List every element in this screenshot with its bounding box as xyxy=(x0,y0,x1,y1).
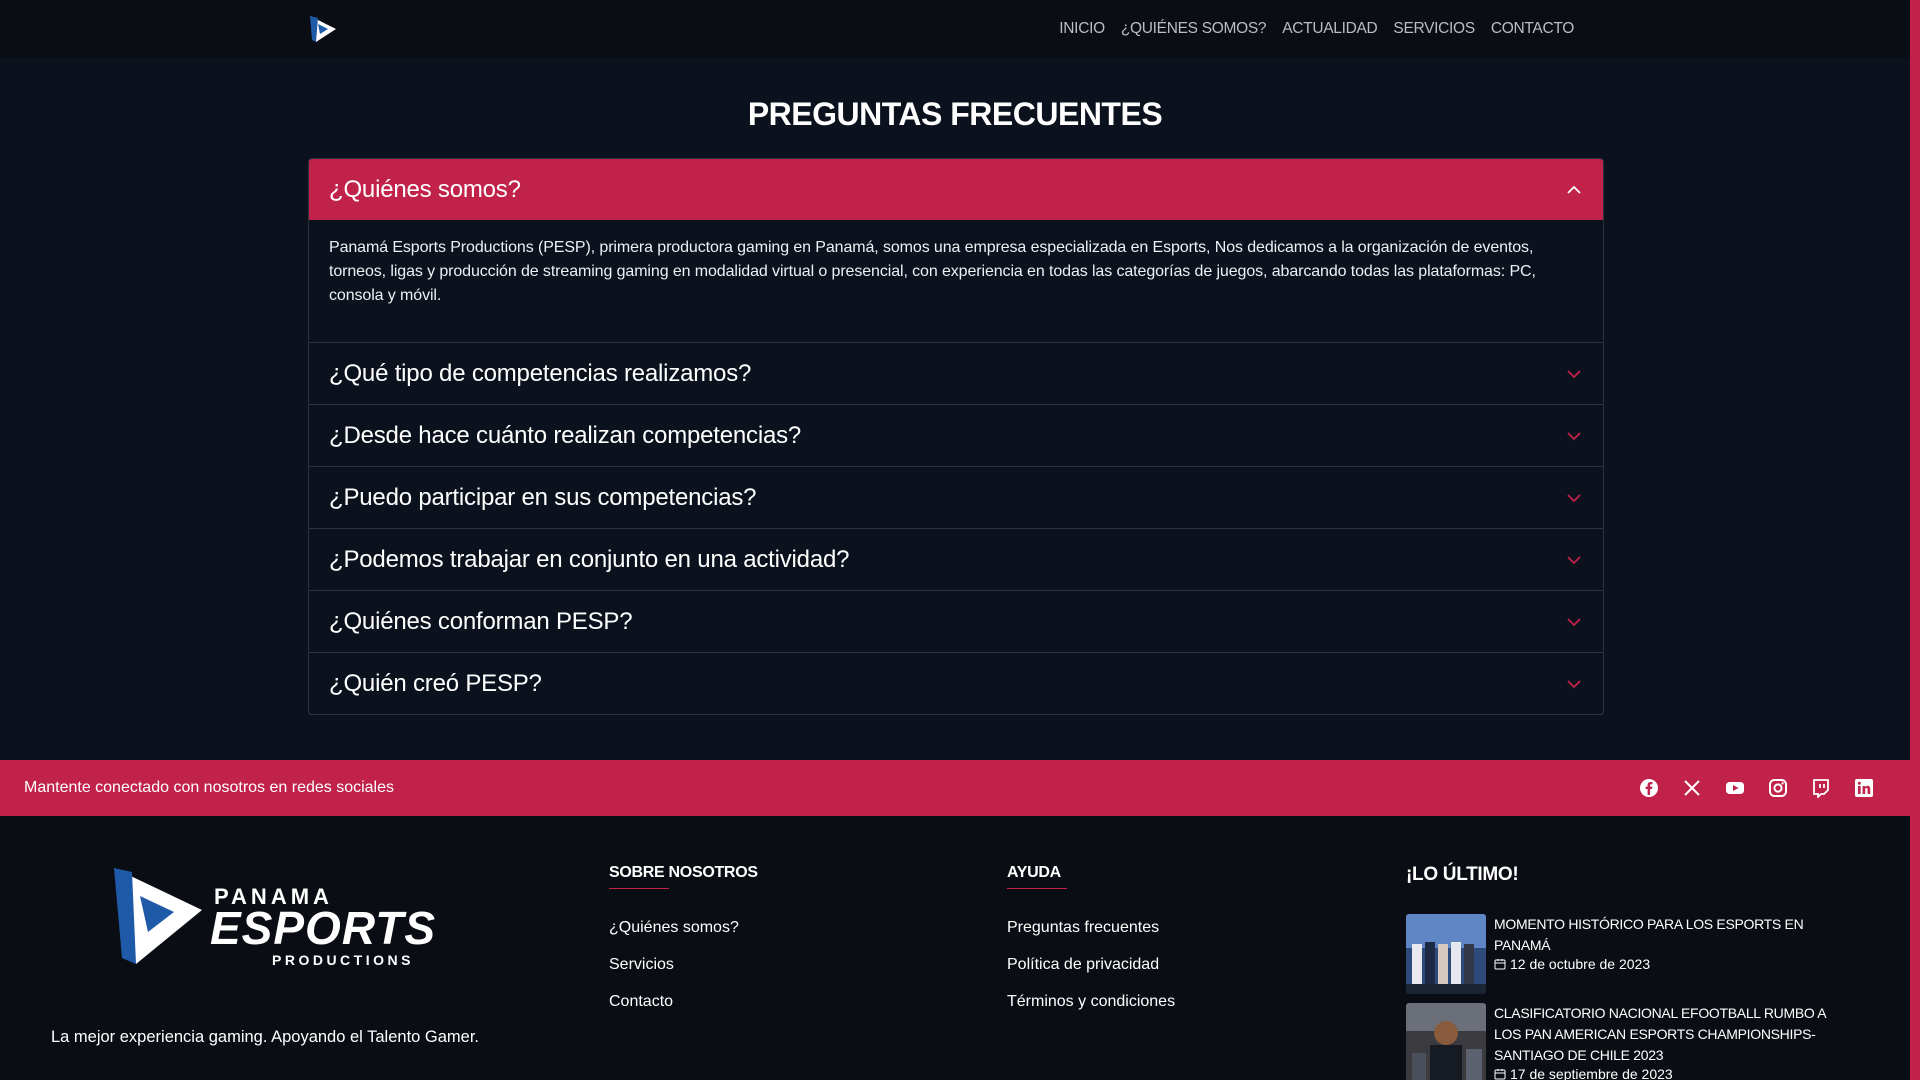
pesp-brand-logo[interactable]: PANAMA ESPORTS PRODUCTIONS xyxy=(110,862,450,972)
brand-tagline: La mejor experiencia gaming. Apoyando el… xyxy=(50,1028,480,1046)
youtube-icon[interactable] xyxy=(1725,778,1745,798)
footer-about-title: SOBRE NOSOTROS xyxy=(609,864,758,889)
footer-latest-column: ¡LO ÚLTIMO! MOMENTO HISTÓRICO PARA LOS E… xyxy=(1406,864,1886,1080)
nav-quienes-somos[interactable]: ¿QUIÉNES SOMOS? xyxy=(1121,20,1267,38)
x-icon[interactable] xyxy=(1682,778,1702,798)
faq-item: ¿Quién creó PESP? xyxy=(309,652,1603,714)
chevron-down-icon xyxy=(1567,555,1581,564)
faq-question: ¿Quién creó PESP? xyxy=(329,669,542,697)
faq-item: ¿Puedo participar en sus competencias? xyxy=(309,466,1603,528)
faq-question: ¿Quiénes conforman PESP? xyxy=(329,607,633,635)
news-date: 12 de octubre de 2023 xyxy=(1494,956,1854,972)
social-icons xyxy=(1639,778,1874,798)
nav-servicios[interactable]: SERVICIOS xyxy=(1393,20,1475,38)
faq-answer: Panamá Esports Productions (PESP), prime… xyxy=(309,220,1603,342)
page-title: PREGUNTAS FRECUENTES xyxy=(747,96,1163,132)
facebook-icon[interactable] xyxy=(1639,778,1659,798)
footer-latest-title: ¡LO ÚLTIMO! xyxy=(1406,864,1519,885)
faq-question-header[interactable]: ¿Quiénes conforman PESP? xyxy=(309,591,1603,652)
calendar-icon xyxy=(1494,959,1506,970)
faq-item: ¿Desde hace cuánto realizan competencias… xyxy=(309,404,1603,466)
scrollbar-thumb[interactable] xyxy=(1911,2,1919,1078)
footer-help-column: AYUDA Preguntas frecuentes Política de p… xyxy=(1007,864,1175,1030)
footer-link-terms[interactable]: Términos y condiciones xyxy=(1007,993,1175,1010)
faq-question: ¿Qué tipo de competencias realizamos? xyxy=(329,359,752,387)
page-scrollbar[interactable] xyxy=(1910,0,1920,1080)
faq-item: ¿Quiénes conforman PESP? xyxy=(309,590,1603,652)
brand-esports-text: ESPORTS xyxy=(210,902,436,954)
footer-about-column: SOBRE NOSOTROS ¿Quiénes somos? Servicios… xyxy=(609,864,758,1030)
faq-question: ¿Desde hace cuánto realizan competencias… xyxy=(329,421,802,449)
faq-item: ¿Podemos trabajar en conjunto en una act… xyxy=(309,528,1603,590)
news-title[interactable]: MOMENTO HISTÓRICO PARA LOS ESPORTS EN PA… xyxy=(1494,914,1854,956)
faq-question-header[interactable]: ¿Podemos trabajar en conjunto en una act… xyxy=(309,529,1603,590)
instagram-icon[interactable] xyxy=(1768,778,1788,798)
faq-question: ¿Puedo participar en sus competencias? xyxy=(329,483,757,511)
faq-question-header[interactable]: ¿Qué tipo de competencias realizamos? xyxy=(309,343,1603,404)
chevron-down-icon xyxy=(1567,493,1581,502)
main-nav: INICIO ¿QUIÉNES SOMOS? ACTUALIDAD SERVIC… xyxy=(1059,0,1574,58)
footer-link-privacy[interactable]: Política de privacidad xyxy=(1007,956,1159,973)
faq-question-header[interactable]: ¿Quiénes somos? xyxy=(309,159,1603,220)
twitch-icon[interactable] xyxy=(1811,778,1831,798)
footer-link-faq[interactable]: Preguntas frecuentes xyxy=(1007,919,1159,936)
footer-link-servicios[interactable]: Servicios xyxy=(609,956,674,973)
faq-item: ¿Quiénes somos? Panamá Esports Productio… xyxy=(309,159,1603,342)
news-date: 17 de septiembre de 2023 xyxy=(1494,1066,1854,1080)
faq-question-header[interactable]: ¿Quién creó PESP? xyxy=(309,653,1603,714)
faq-question-header[interactable]: ¿Puedo participar en sus competencias? xyxy=(309,467,1603,528)
faq-question: ¿Quiénes somos? xyxy=(329,175,521,203)
nav-inicio[interactable]: INICIO xyxy=(1059,20,1105,38)
social-strip: Mantente conectado con nosotros en redes… xyxy=(0,760,1910,816)
chevron-down-icon xyxy=(1567,431,1581,440)
faq-accordion: ¿Quiénes somos? Panamá Esports Productio… xyxy=(308,158,1604,715)
faq-item: ¿Qué tipo de competencias realizamos? xyxy=(309,342,1603,404)
news-item[interactable]: MOMENTO HISTÓRICO PARA LOS ESPORTS EN PA… xyxy=(1406,914,1854,994)
footer-help-title: AYUDA xyxy=(1007,864,1175,889)
chevron-up-icon xyxy=(1567,185,1581,194)
social-strip-text: Mantente conectado con nosotros en redes… xyxy=(24,779,395,796)
nav-actualidad[interactable]: ACTUALIDAD xyxy=(1282,20,1377,38)
news-title[interactable]: CLASIFICATORIO NACIONAL EFOOTBALL RUMBO … xyxy=(1494,1003,1854,1066)
chevron-down-icon xyxy=(1567,679,1581,688)
pesp-logo-icon[interactable] xyxy=(306,12,340,46)
footer-link-quienes-somos[interactable]: ¿Quiénes somos? xyxy=(609,919,739,936)
news-item[interactable]: CLASIFICATORIO NACIONAL EFOOTBALL RUMBO … xyxy=(1406,1003,1854,1080)
footer: PANAMA ESPORTS PRODUCTIONS La mejor expe… xyxy=(0,816,1910,1080)
calendar-icon xyxy=(1494,1069,1506,1080)
news-thumbnail[interactable] xyxy=(1406,1003,1486,1080)
footer-link-contacto[interactable]: Contacto xyxy=(609,993,673,1010)
news-date-text: 12 de octubre de 2023 xyxy=(1510,956,1651,972)
nav-contacto[interactable]: CONTACTO xyxy=(1491,20,1574,38)
news-date-text: 17 de septiembre de 2023 xyxy=(1510,1066,1673,1080)
chevron-down-icon xyxy=(1567,369,1581,378)
brand-productions-text: PRODUCTIONS xyxy=(272,952,414,968)
news-thumbnail[interactable] xyxy=(1406,914,1486,994)
chevron-down-icon xyxy=(1567,617,1581,626)
linkedin-icon[interactable] xyxy=(1854,778,1874,798)
faq-question: ¿Podemos trabajar en conjunto en una act… xyxy=(329,545,850,573)
faq-question-header[interactable]: ¿Desde hace cuánto realizan competencias… xyxy=(309,405,1603,466)
top-navbar: INICIO ¿QUIÉNES SOMOS? ACTUALIDAD SERVIC… xyxy=(0,0,1910,58)
